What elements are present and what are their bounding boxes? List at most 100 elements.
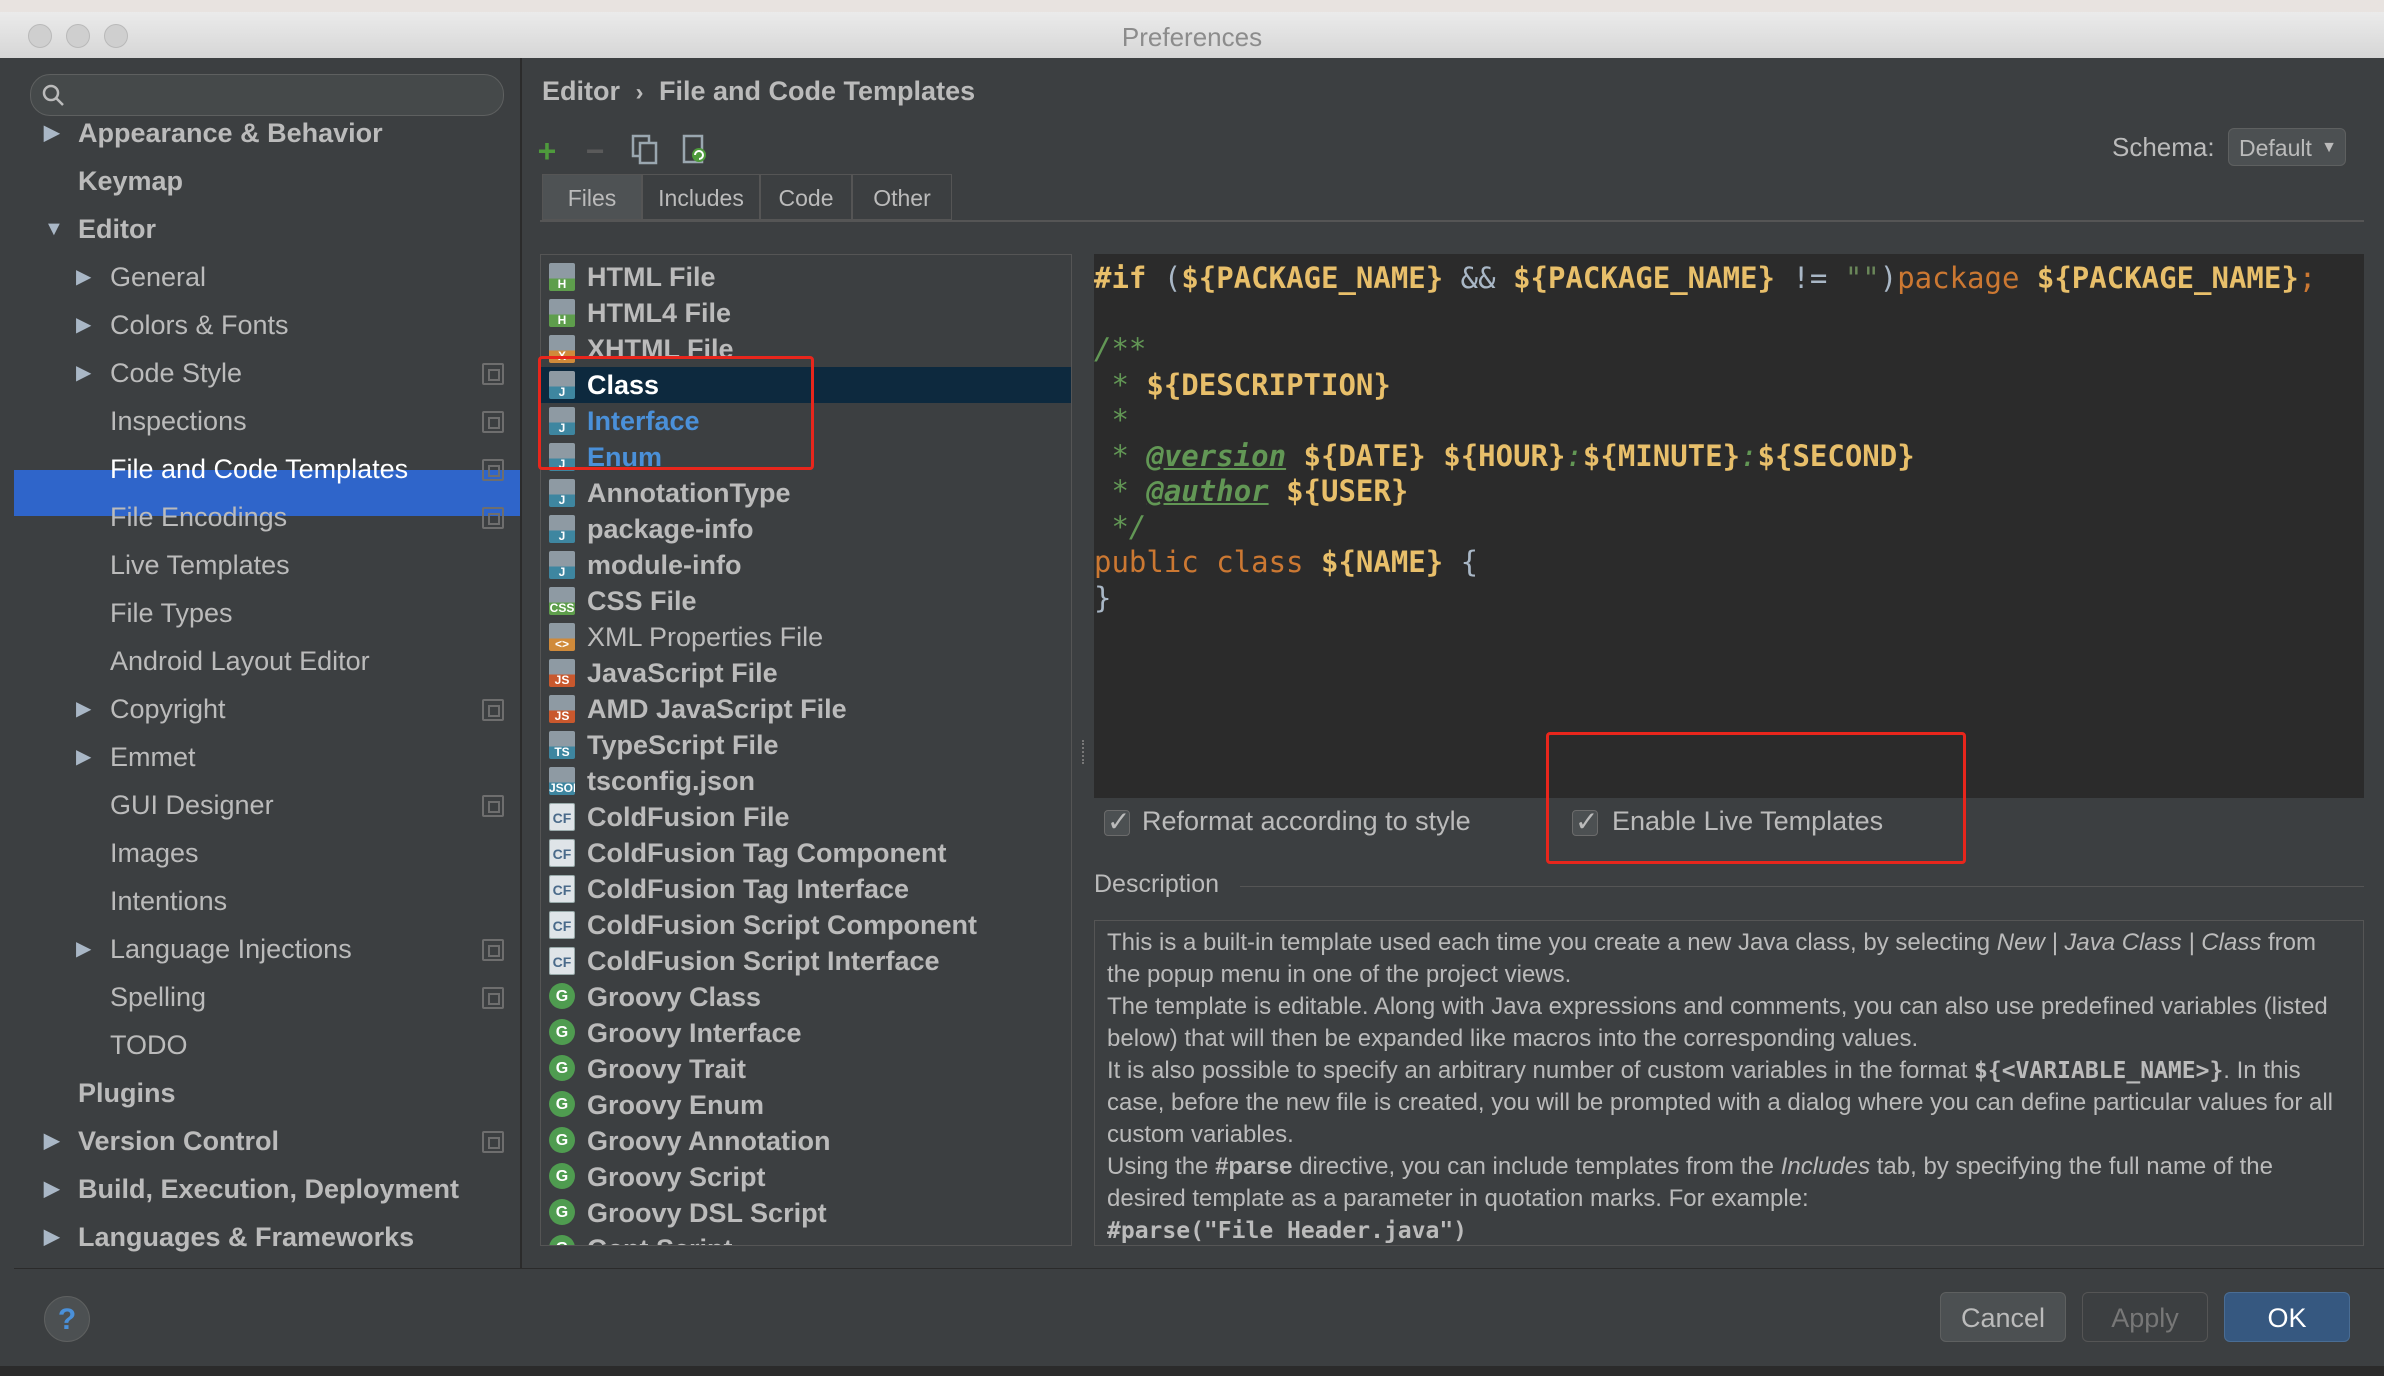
template-list-item[interactable]: Jpackage-info (541, 511, 1071, 547)
code-token: ${HOUR} (1443, 438, 1566, 473)
reset-template-button[interactable] (678, 134, 712, 168)
sidebar-item[interactable]: ▶ Language Injections (14, 926, 520, 972)
collapsed-arrow-icon[interactable]: ▶ (76, 302, 91, 348)
template-list-item[interactable]: JSON tsconfig.json (541, 763, 1071, 799)
template-list-item[interactable]: G Groovy Interface (541, 1015, 1071, 1051)
code-line: * @author ${USER} (1094, 473, 1408, 509)
template-name: Groovy Class (587, 982, 762, 1012)
code-token: ${SECOND} (1757, 438, 1915, 473)
collapsed-arrow-icon[interactable]: ▶ (76, 686, 91, 732)
template-list-item[interactable]: Jmodule-info (541, 547, 1071, 583)
sidebar-item[interactable]: Inspections (14, 398, 520, 444)
template-name: TypeScript File (587, 730, 779, 760)
help-button[interactable]: ? (44, 1296, 90, 1342)
tab-code[interactable]: Code (760, 174, 852, 220)
template-name: ColdFusion Script Interface (587, 946, 940, 976)
template-list-item[interactable]: G Groovy Enum (541, 1087, 1071, 1123)
sidebar-item[interactable]: ▶ Emmet (14, 734, 520, 780)
sidebar-item[interactable]: ▶ Copyright (14, 686, 520, 732)
sidebar-item[interactable]: Intentions (14, 878, 520, 924)
search-icon (42, 84, 64, 106)
collapsed-arrow-icon[interactable]: ▶ (44, 1166, 59, 1212)
collapsed-arrow-icon[interactable]: ▶ (76, 734, 91, 780)
collapsed-arrow-icon[interactable]: ▶ (44, 110, 59, 156)
template-list-item[interactable]: CSS CSS File (541, 583, 1071, 619)
sidebar-item[interactable]: Live Templates (14, 542, 520, 588)
template-list-item[interactable]: JS AMD JavaScript File (541, 691, 1071, 727)
collapsed-arrow-icon[interactable]: ▶ (76, 926, 91, 972)
sidebar-item[interactable]: Plugins (14, 1070, 520, 1116)
sidebar-item[interactable]: GUI Designer (14, 782, 520, 828)
sidebar-item[interactable]: Images (14, 830, 520, 876)
project-scope-icon (482, 939, 504, 961)
cancel-button[interactable]: Cancel (1940, 1292, 2066, 1342)
code-token: @author (1146, 474, 1269, 508)
sidebar-item-label: Inspections (110, 406, 247, 436)
sidebar-item[interactable]: ▶ Languages & Frameworks (14, 1214, 520, 1260)
sidebar-item[interactable]: ▼ Editor (14, 206, 520, 252)
tab-files[interactable]: Files (542, 174, 642, 220)
code-token: @version (1146, 438, 1287, 473)
template-list-item[interactable]: G Groovy Script (541, 1159, 1071, 1195)
project-scope-icon (482, 699, 504, 721)
sidebar-item[interactable]: File Types (14, 590, 520, 636)
groovy-icon: G (549, 1163, 575, 1189)
sidebar-item[interactable]: ▶ Build, Execution, Deployment (14, 1166, 520, 1212)
sidebar-item[interactable]: File and Code Templates (14, 446, 520, 492)
template-list-item[interactable]: CF ColdFusion Script Interface (541, 943, 1071, 979)
apply-button[interactable]: Apply (2082, 1292, 2208, 1342)
copy-icon (631, 134, 658, 165)
panel-splitter[interactable] (1082, 740, 1088, 764)
sidebar-item[interactable]: Keymap (14, 158, 520, 204)
copy-template-button[interactable] (628, 134, 662, 168)
sidebar-item[interactable]: ▶ Appearance & Behavior (14, 110, 520, 156)
add-template-button[interactable]: + (530, 134, 564, 168)
breadcrumb-parent[interactable]: Editor (542, 76, 620, 106)
search-field[interactable] (75, 79, 489, 111)
template-list-item[interactable]: CF ColdFusion Script Component (541, 907, 1071, 943)
template-list-item[interactable]: G Groovy Annotation (541, 1123, 1071, 1159)
sidebar-item[interactable]: File Encodings (14, 494, 520, 540)
sidebar-item[interactable]: Android Layout Editor (14, 638, 520, 684)
template-name: module-info (587, 550, 742, 580)
collapsed-arrow-icon[interactable]: ▶ (44, 1214, 59, 1260)
tab-includes[interactable]: Includes (642, 174, 760, 220)
expanded-arrow-icon[interactable]: ▼ (44, 206, 64, 252)
template-code-editor[interactable]: #if (${PACKAGE_NAME} && ${PACKAGE_NAME} … (1094, 254, 2364, 798)
collapsed-arrow-icon[interactable]: ▶ (44, 1118, 59, 1164)
sidebar-item[interactable]: ▶ Version Control (14, 1118, 520, 1164)
template-list-item[interactable]: H HTML File (541, 259, 1071, 295)
template-list-item[interactable]: H HTML4 File (541, 295, 1071, 331)
template-name: CSS File (587, 586, 697, 616)
reformat-checkbox[interactable] (1104, 805, 1130, 838)
template-list-item[interactable]: CF ColdFusion Tag Interface (541, 871, 1071, 907)
sidebar-item[interactable]: Spelling (14, 974, 520, 1020)
template-list-item[interactable]: G Groovy Class (541, 979, 1071, 1015)
collapsed-arrow-icon[interactable]: ▶ (76, 350, 91, 396)
template-list-item[interactable]: G Gant Script (541, 1231, 1071, 1245)
template-list-item[interactable]: G Groovy Trait (541, 1051, 1071, 1087)
template-list-item[interactable]: JS JavaScript File (541, 655, 1071, 691)
sidebar-item[interactable]: ▶ Code Style (14, 350, 520, 396)
template-list-item[interactable]: <> XML Properties File (541, 619, 1071, 655)
template-name: package-info (587, 514, 754, 544)
template-list-item[interactable]: G Groovy DSL Script (541, 1195, 1071, 1231)
sidebar-item[interactable]: ▶ Colors & Fonts (14, 302, 520, 348)
remove-template-button[interactable]: − (578, 134, 612, 168)
collapsed-arrow-icon[interactable]: ▶ (76, 254, 91, 300)
ok-button[interactable]: OK (2224, 1292, 2350, 1342)
sidebar-item[interactable]: TODO (14, 1022, 520, 1068)
template-list-item[interactable]: CF ColdFusion Tag Component (541, 835, 1071, 871)
tab-other[interactable]: Other (852, 174, 952, 220)
code-line: #if (${PACKAGE_NAME} && ${PACKAGE_NAME} … (1094, 260, 2316, 296)
sidebar-item[interactable]: ▶ General (14, 254, 520, 300)
template-name: Groovy DSL Script (587, 1198, 827, 1228)
schema-dropdown[interactable]: Default ▼ (2228, 128, 2346, 166)
template-list-item[interactable]: TS TypeScript File (541, 727, 1071, 763)
reformat-label[interactable]: Reformat according to style (1142, 806, 1471, 837)
template-list-item[interactable]: CF ColdFusion File (541, 799, 1071, 835)
template-list-item[interactable]: J AnnotationType (541, 475, 1071, 511)
project-scope-icon (482, 795, 504, 817)
